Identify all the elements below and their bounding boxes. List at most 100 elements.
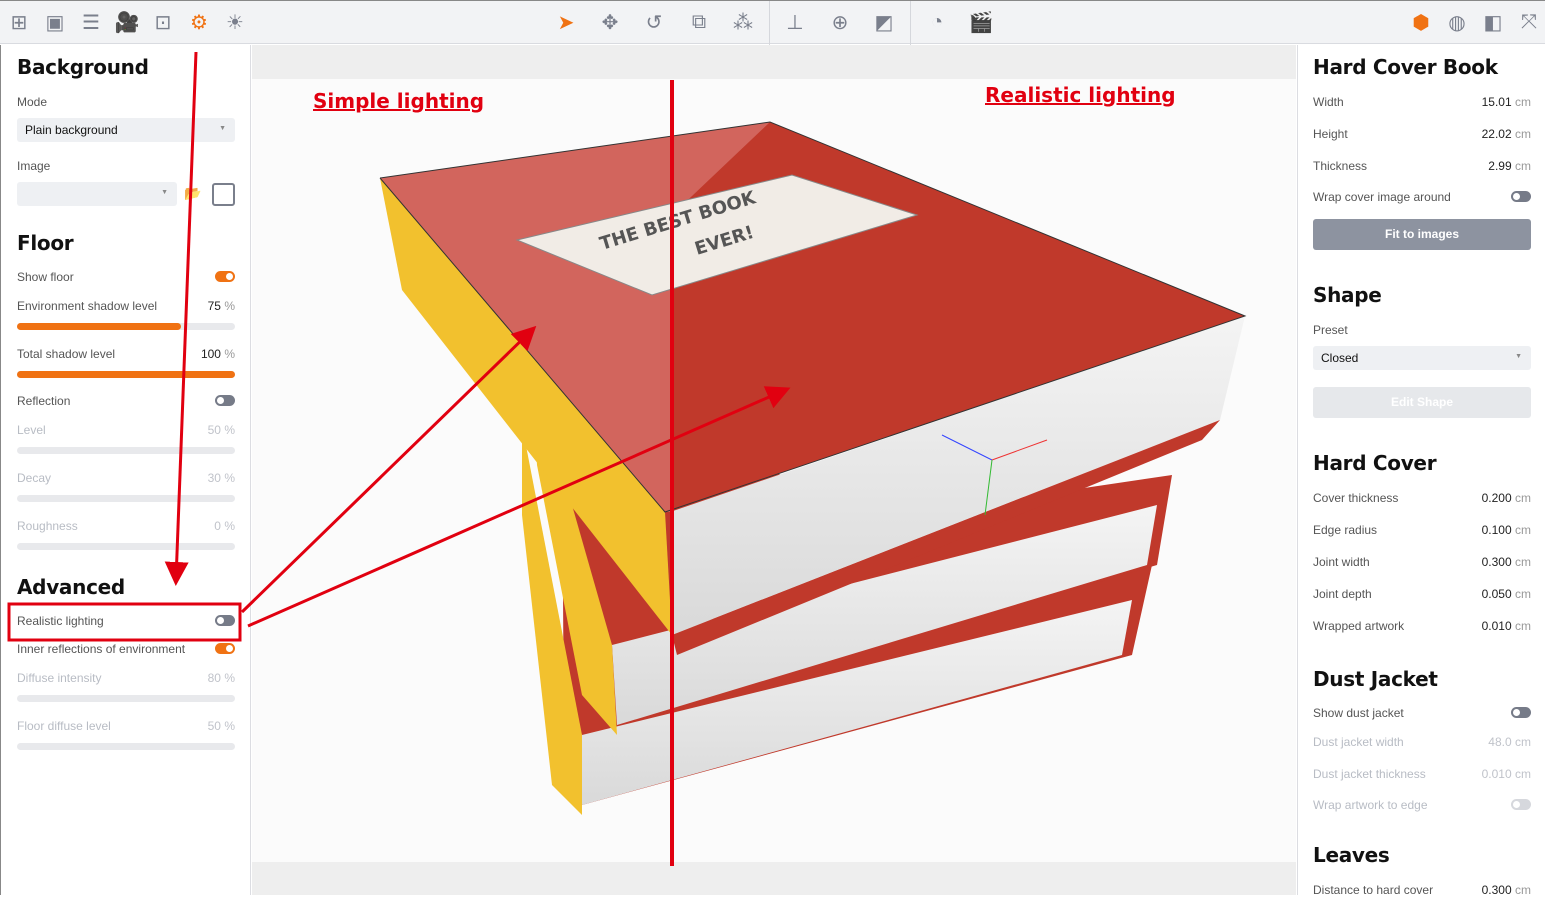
unit: cm	[1515, 491, 1531, 505]
value: 0.050	[1481, 587, 1512, 601]
dust-jacket-heading: Dust Jacket	[1313, 667, 1438, 691]
wrap-artwork-toggle[interactable]	[1511, 799, 1531, 810]
unit: cm	[1515, 767, 1531, 781]
env-shadow-value: 75	[207, 299, 221, 313]
move-icon[interactable]: ✥	[597, 9, 623, 35]
preset-select[interactable]: Closed ▼	[1313, 346, 1531, 370]
unit: %	[224, 471, 235, 485]
value: 0.010	[1481, 767, 1512, 781]
simple-lighting-label: Simple lighting	[313, 89, 485, 113]
chevron-down-icon: ▼	[219, 125, 226, 132]
zoom-object-icon[interactable]: ⊕	[827, 9, 853, 35]
image-label: Image	[17, 159, 51, 173]
material-icon[interactable]: ◩	[871, 9, 897, 35]
drop-to-floor-icon[interactable]: ⊥	[782, 9, 808, 35]
explode-icon[interactable]: ⁂	[730, 9, 756, 35]
3d-viewport[interactable]: THE BEST BOOK EVER! Simple lighting Real…	[252, 45, 1296, 895]
unit: %	[224, 299, 235, 313]
floor-diffuse-slider[interactable]	[17, 743, 235, 750]
joint-depth-field[interactable]: 0.050 cm	[1448, 587, 1531, 601]
camera-icon[interactable]: 🎥	[114, 9, 140, 35]
cover-thickness-field[interactable]: 0.200 cm	[1448, 491, 1531, 505]
wrapped-artwork-field[interactable]: 0.010 cm	[1448, 619, 1531, 633]
total-shadow-value: 100	[200, 347, 221, 361]
thickness-value: 2.99	[1488, 159, 1512, 173]
mode-select[interactable]: Plain background ▼	[17, 118, 235, 142]
value: 0.200	[1481, 491, 1512, 505]
light-icon[interactable]: ☀	[222, 9, 248, 35]
hard-cover-heading: Hard Cover	[1313, 451, 1437, 475]
width-value: 15.01	[1481, 95, 1512, 109]
edit-shape-button[interactable]: Edit Shape	[1313, 387, 1531, 418]
clapperboard-icon[interactable]: 🎬	[968, 9, 994, 35]
dust-jacket-width-label: Dust jacket width	[1313, 735, 1404, 749]
dust-jacket-thickness-field[interactable]: 0.010 cm	[1448, 767, 1531, 781]
show-floor-toggle[interactable]	[215, 271, 235, 282]
floor-diffuse-label: Floor diffuse level	[17, 719, 111, 733]
inner-reflections-label: Inner reflections of environment	[17, 642, 186, 656]
preset-label: Preset	[1313, 323, 1348, 337]
folder-icon[interactable]: 📂	[184, 185, 201, 202]
unit: cm	[1515, 523, 1531, 537]
height-field[interactable]: 22.02 cm	[1448, 127, 1531, 141]
list-icon[interactable]: ☰	[78, 9, 104, 35]
image-select[interactable]: ▼	[17, 182, 177, 206]
grid-icon[interactable]: ▣	[42, 9, 68, 35]
scale-icon[interactable]: ⧉	[686, 9, 712, 35]
realistic-lighting-toggle[interactable]	[215, 615, 235, 626]
value: 48.0	[1488, 735, 1512, 749]
unit: %	[224, 671, 235, 685]
diffuse-value: 80	[207, 671, 221, 685]
select-arrow-icon[interactable]: ➤	[553, 9, 579, 35]
roughness-value: 0	[214, 519, 221, 533]
unit: cm	[1515, 619, 1531, 633]
wrap-artwork-label: Wrap artwork to edge	[1313, 798, 1428, 812]
fullscreen-icon[interactable]: ⤧	[1516, 9, 1542, 35]
scene-settings-panel: Background Mode Plain background ▼ Image …	[0, 45, 251, 895]
reflection-toggle[interactable]	[215, 395, 235, 406]
realistic-lighting-annotation: Realistic lighting	[985, 83, 1176, 107]
settings-icon[interactable]: ⚙	[186, 9, 212, 35]
mode-label: Mode	[17, 95, 48, 109]
inner-reflections-toggle[interactable]	[215, 643, 235, 654]
layout-icon[interactable]: ◧	[1480, 9, 1506, 35]
joint-width-field[interactable]: 0.300 cm	[1448, 555, 1531, 569]
unit: cm	[1515, 555, 1531, 569]
edge-radius-label: Edge radius	[1313, 523, 1378, 537]
chevron-down-icon: ▼	[1515, 353, 1522, 360]
show-dust-jacket-toggle[interactable]	[1511, 707, 1531, 718]
thickness-field[interactable]: 2.99 cm	[1448, 159, 1531, 173]
total-shadow-slider[interactable]	[17, 371, 235, 378]
width-field[interactable]: 15.01 cm	[1448, 95, 1531, 109]
dust-jacket-width-field[interactable]: 48.0 cm	[1448, 735, 1531, 749]
shape-heading: Shape	[1313, 283, 1382, 307]
env-shadow-slider[interactable]	[17, 323, 235, 330]
focus-icon[interactable]: ⊡	[150, 9, 176, 35]
leaves-heading: Leaves	[1313, 843, 1390, 867]
texture-icon[interactable]: ◍	[1444, 9, 1470, 35]
color-swatch[interactable]	[212, 183, 235, 206]
advanced-heading: Advanced	[17, 575, 125, 599]
fit-to-images-button[interactable]: Fit to images	[1313, 219, 1531, 250]
object-cube-icon[interactable]: ⬢	[1408, 9, 1434, 35]
edge-radius-field[interactable]: 0.100 cm	[1448, 523, 1531, 537]
background-heading: Background	[17, 55, 149, 79]
roughness-slider[interactable]	[17, 543, 235, 550]
add-icon[interactable]: ⊞	[6, 9, 32, 35]
level-slider[interactable]	[17, 447, 235, 454]
reflection-label: Reflection	[17, 394, 71, 408]
diffuse-slider[interactable]	[17, 695, 235, 702]
decay-slider[interactable]	[17, 495, 235, 502]
dust-jacket-thickness-label: Dust jacket thickness	[1313, 767, 1426, 781]
rotate-icon[interactable]: ↺	[641, 9, 667, 35]
unit: %	[224, 519, 235, 533]
total-shadow-label: Total shadow level	[17, 347, 116, 361]
show-floor-label: Show floor	[17, 270, 74, 284]
timer-icon[interactable]: ◔	[924, 9, 950, 35]
wrap-cover-toggle[interactable]	[1511, 191, 1531, 202]
unit: %	[224, 423, 235, 437]
width-label: Width	[1313, 95, 1344, 109]
unit: %	[224, 347, 235, 361]
book-render: THE BEST BOOK EVER!	[379, 121, 1247, 815]
unit: cm	[1515, 735, 1531, 749]
